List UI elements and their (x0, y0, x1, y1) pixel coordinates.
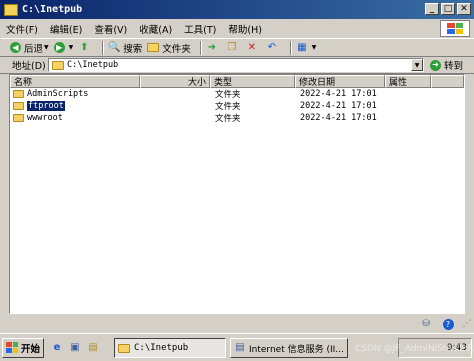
back-arrow-icon: ◀ (10, 42, 21, 53)
file-type: 文件夹 (215, 102, 241, 112)
folder-icon (13, 114, 24, 122)
column-name[interactable]: 名称 (10, 75, 140, 88)
views-button[interactable]: ▦ ▼ (296, 41, 317, 54)
dropdown-arrow-icon[interactable]: ▼ (44, 44, 49, 51)
menu-favorites[interactable]: 收藏(A) (133, 22, 178, 36)
menu-tools[interactable]: 工具(T) (178, 22, 222, 36)
go-button[interactable]: ➜ 转到 (430, 58, 463, 72)
list-item[interactable]: AdminScripts 文件夹 2022-4-21 17:01 (10, 88, 464, 100)
file-modified: 2022-4-21 17:01 (300, 113, 377, 123)
list-item[interactable]: ftproot 文件夹 2022-4-21 17:01 (10, 100, 464, 112)
go-label: 转到 (444, 61, 464, 72)
help-icon[interactable]: ? (438, 317, 458, 331)
up-folder-icon: ⬆ (80, 41, 89, 53)
menu-help[interactable]: 帮助(H) (222, 22, 268, 36)
task-label: Internet 信息服务 (II... (249, 344, 344, 355)
forward-button[interactable]: ▶ ▼ (53, 42, 74, 53)
file-name: ftproot (27, 101, 65, 111)
folders-button[interactable]: 文件夹 (147, 41, 191, 55)
back-label: 后退 (24, 43, 44, 55)
file-name: wwwroot (27, 113, 63, 123)
folder-icon (13, 90, 24, 98)
search-label: 搜索 (123, 43, 143, 55)
delete-button[interactable]: ✕ (246, 42, 261, 54)
window-title: C:\Inetpub (22, 4, 83, 15)
explorer-icon[interactable]: ▤ (86, 341, 100, 355)
views-icon: ▦ (297, 41, 307, 53)
search-button[interactable]: 🔍 搜索 (108, 41, 142, 55)
windows-flag-icon (6, 342, 18, 353)
column-type-label: 类型 (214, 78, 233, 88)
undo-icon: ↶ (267, 41, 276, 53)
show-desktop-icon[interactable]: ▣ (68, 341, 82, 355)
task-label: C:\Inetpub (134, 343, 189, 353)
address-label: 地址(D) (12, 61, 46, 72)
folder-icon (4, 3, 18, 16)
go-arrow-icon: ➜ (430, 59, 441, 71)
address-path[interactable]: C:\Inetpub (67, 60, 118, 70)
toolbar-separator (289, 40, 292, 55)
taskbar-item-inetpub[interactable]: C:\Inetpub (114, 338, 226, 358)
copy-to-icon: ❐ (227, 41, 237, 53)
folder-icon (52, 60, 64, 70)
file-modified: 2022-4-21 17:01 (300, 101, 377, 111)
menu-file[interactable]: 文件(F) (0, 22, 44, 36)
status-bar: ⛁ ? ⋰ (0, 315, 474, 333)
move-to-button[interactable]: ➜ (206, 42, 221, 54)
quick-launch: e ▣ ▤ (50, 341, 100, 355)
column-size-label: 大小 (187, 78, 206, 88)
back-button[interactable]: ◀ 后退 ▼ (10, 41, 49, 55)
column-header: 名称 大小 类型 修改日期 属性 (10, 75, 464, 88)
folder-icon (147, 43, 160, 52)
file-list[interactable]: 名称 大小 类型 修改日期 属性 AdminScripts 文件夹 2022-4… (9, 74, 465, 314)
menu-bar: 文件(F) 编辑(E) 查看(V) 收藏(A) 工具(T) 帮助(H) (0, 19, 474, 38)
iis-manager-icon: ▤ (235, 342, 245, 353)
toolbar-separator (199, 40, 202, 55)
address-bar: 地址(D) C:\Inetpub ▼ ➜ 转到 (0, 57, 474, 74)
move-to-icon: ➜ (207, 41, 216, 53)
delete-icon: ✕ (247, 41, 256, 53)
watermark: CSDN @JF_AdmiNiStRaToR (355, 344, 474, 354)
column-spacer (431, 75, 464, 88)
file-name: AdminScripts (27, 89, 89, 99)
title-bar[interactable]: C:\Inetpub _ □ ✕ (0, 0, 474, 19)
forward-arrow-icon: ▶ (53, 42, 65, 53)
list-item[interactable]: wwwroot 文件夹 2022-4-21 17:01 (10, 112, 464, 124)
start-label: 开始 (21, 343, 41, 355)
menu-edit[interactable]: 编辑(E) (44, 22, 88, 36)
maximize-button[interactable]: □ (441, 3, 455, 15)
minimize-button[interactable]: _ (425, 3, 439, 15)
resize-grip-icon[interactable]: ⋰ (460, 317, 474, 331)
folders-label: 文件夹 (162, 43, 191, 55)
network-icon: ⛁ (422, 319, 430, 329)
toolbar-separator (102, 40, 105, 55)
search-icon: 🔍 (108, 41, 121, 53)
address-input[interactable]: C:\Inetpub ▼ (48, 58, 424, 72)
column-modified-label: 修改日期 (299, 78, 336, 88)
column-type[interactable]: 类型 (210, 75, 295, 88)
copy-to-button[interactable]: ❐ (226, 42, 241, 54)
column-size[interactable]: 大小 (140, 75, 210, 88)
column-modified[interactable]: 修改日期 (295, 75, 385, 88)
start-button[interactable]: 开始 (2, 337, 44, 358)
folder-icon (118, 343, 130, 353)
column-name-label: 名称 (14, 78, 33, 88)
column-attributes[interactable]: 属性 (385, 75, 431, 88)
address-dropdown-icon[interactable]: ▼ (411, 59, 423, 71)
menu-view[interactable]: 查看(V) (88, 22, 133, 36)
undo-button[interactable]: ↶ (266, 42, 281, 54)
up-folder-button[interactable]: ⬆ (78, 42, 93, 54)
close-button[interactable]: ✕ (457, 3, 471, 15)
file-type: 文件夹 (215, 114, 241, 124)
dropdown-arrow-icon[interactable]: ▼ (69, 44, 74, 51)
file-type: 文件夹 (215, 90, 241, 100)
file-modified: 2022-4-21 17:01 (300, 89, 377, 99)
dropdown-arrow-icon[interactable]: ▼ (312, 44, 317, 51)
taskbar-item-iis[interactable]: ▤ Internet 信息服务 (II... (230, 338, 348, 358)
toolbar: ◀ 后退 ▼ ▶ ▼ ⬆ 🔍 搜索 文件夹 ➜ ❐ ✕ ↶ ▦ ▼ (0, 38, 474, 57)
column-attributes-label: 属性 (389, 78, 408, 88)
windows-logo-icon (440, 20, 470, 37)
folder-icon (13, 102, 24, 110)
internet-explorer-icon[interactable]: e (50, 341, 64, 355)
